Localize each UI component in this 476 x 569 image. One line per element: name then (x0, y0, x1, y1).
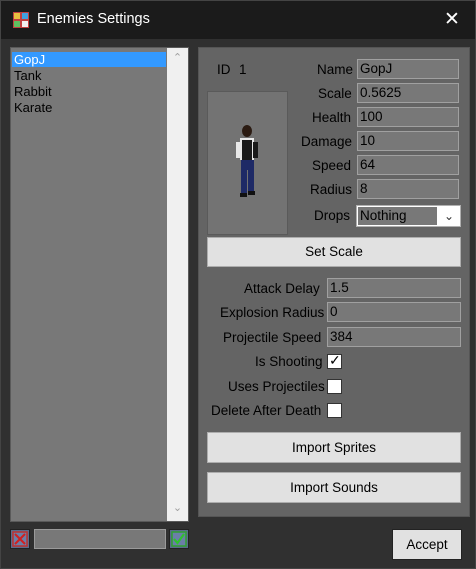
id-value: 1 (239, 62, 247, 77)
attack-delay-label: Attack Delay (244, 281, 320, 296)
sprite-preview (207, 91, 288, 235)
speed-label: Speed (312, 158, 352, 173)
enemies-settings-window: Enemies Settings ✕ GopJ Tank Rabbit Kara… (0, 0, 476, 569)
new-enemy-name-input[interactable] (34, 529, 166, 549)
red-x-icon (12, 531, 28, 547)
set-scale-button[interactable]: Set Scale (207, 237, 461, 267)
radius-label: Radius (310, 182, 353, 197)
attack-delay-field[interactable]: 1.5 (327, 278, 461, 298)
damage-label: Damage (301, 134, 353, 149)
delete-after-death-label: Delete After Death (211, 403, 322, 418)
speed-field[interactable]: 64 (357, 155, 459, 175)
projectile-speed-label: Projectile Speed (223, 330, 322, 345)
chevron-up-icon[interactable]: ⌃ (167, 50, 188, 67)
list-item[interactable]: GopJ (12, 52, 166, 67)
health-field[interactable]: 100 (357, 107, 459, 127)
uses-projectiles-checkbox[interactable] (327, 379, 342, 394)
window-client-area: GopJ Tank Rabbit Karate ⌃ ⌄ ID 1 Name Go… (1, 39, 475, 568)
green-check-icon (171, 531, 187, 547)
remove-enemy-button[interactable] (10, 529, 30, 549)
health-label: Health (312, 110, 352, 125)
is-shooting-checkbox[interactable]: ✓ (327, 352, 342, 369)
close-icon[interactable]: ✕ (441, 9, 463, 31)
window-title: Enemies Settings (37, 11, 150, 27)
list-item[interactable]: Tank (12, 68, 166, 83)
id-label: ID (217, 62, 231, 77)
damage-field[interactable]: 10 (357, 131, 459, 151)
enemy-sprite-figure (236, 125, 258, 197)
drops-label: Drops (314, 208, 351, 223)
drops-dropdown[interactable]: Nothing ⌄ (356, 205, 461, 227)
import-sounds-button[interactable]: Import Sounds (207, 472, 461, 503)
checkmark-icon: ✓ (329, 352, 341, 368)
chevron-down-icon: ⌄ (443, 209, 455, 223)
explosion-radius-field[interactable]: 0 (327, 302, 461, 322)
title-bar: Enemies Settings ✕ (1, 1, 475, 39)
delete-after-death-checkbox[interactable] (327, 403, 342, 418)
radius-field[interactable]: 8 (357, 179, 459, 199)
is-shooting-label: Is Shooting (255, 354, 323, 369)
accept-button[interactable]: Accept (392, 529, 462, 560)
list-item[interactable]: Rabbit (12, 84, 166, 99)
scale-field[interactable]: 0.5625 (357, 83, 459, 103)
add-enemy-button[interactable] (169, 529, 189, 549)
explosion-radius-label: Explosion Radius (220, 305, 325, 320)
chevron-down-icon[interactable]: ⌄ (167, 500, 188, 517)
uses-projectiles-label: Uses Projectiles (228, 379, 325, 394)
projectile-speed-field[interactable]: 384 (327, 327, 461, 347)
name-label: Name (317, 62, 354, 77)
drops-value: Nothing (358, 207, 437, 225)
import-sprites-button[interactable]: Import Sprites (207, 432, 461, 463)
list-scrollbar[interactable]: ⌃ ⌄ (167, 48, 188, 521)
scale-label: Scale (318, 86, 352, 101)
enemy-listbox[interactable]: GopJ Tank Rabbit Karate ⌃ ⌄ (10, 47, 189, 522)
list-item[interactable]: Karate (12, 100, 166, 115)
name-field[interactable]: GopJ (357, 59, 459, 79)
app-icon (13, 12, 29, 28)
enemy-details-panel: ID 1 Name GopJ Scale 0.5625 Health 100 D… (198, 47, 470, 517)
